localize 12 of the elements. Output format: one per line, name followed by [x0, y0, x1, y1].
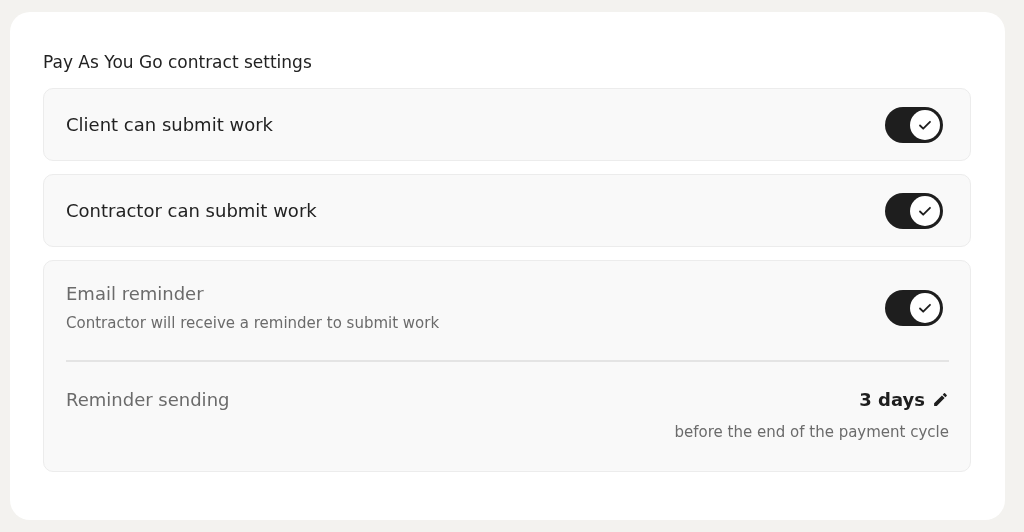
reminder-note: before the end of the payment cycle [674, 423, 949, 441]
setting-label: Client can submit work [66, 114, 273, 135]
toggle-switch[interactable] [885, 289, 943, 326]
setting-label: Reminder sending [66, 389, 230, 410]
edit-icon[interactable] [932, 391, 949, 408]
setting-label: Contractor can submit work [66, 200, 317, 221]
reminder-value: 3 days [859, 389, 925, 410]
toggle-switch[interactable] [885, 192, 943, 229]
setting-description: Contractor will receive a reminder to submit work [66, 314, 440, 332]
toggle-switch[interactable] [885, 106, 943, 143]
section-title: Pay As You Go contract settings [43, 52, 313, 72]
setting-label: Email reminder [66, 283, 205, 304]
